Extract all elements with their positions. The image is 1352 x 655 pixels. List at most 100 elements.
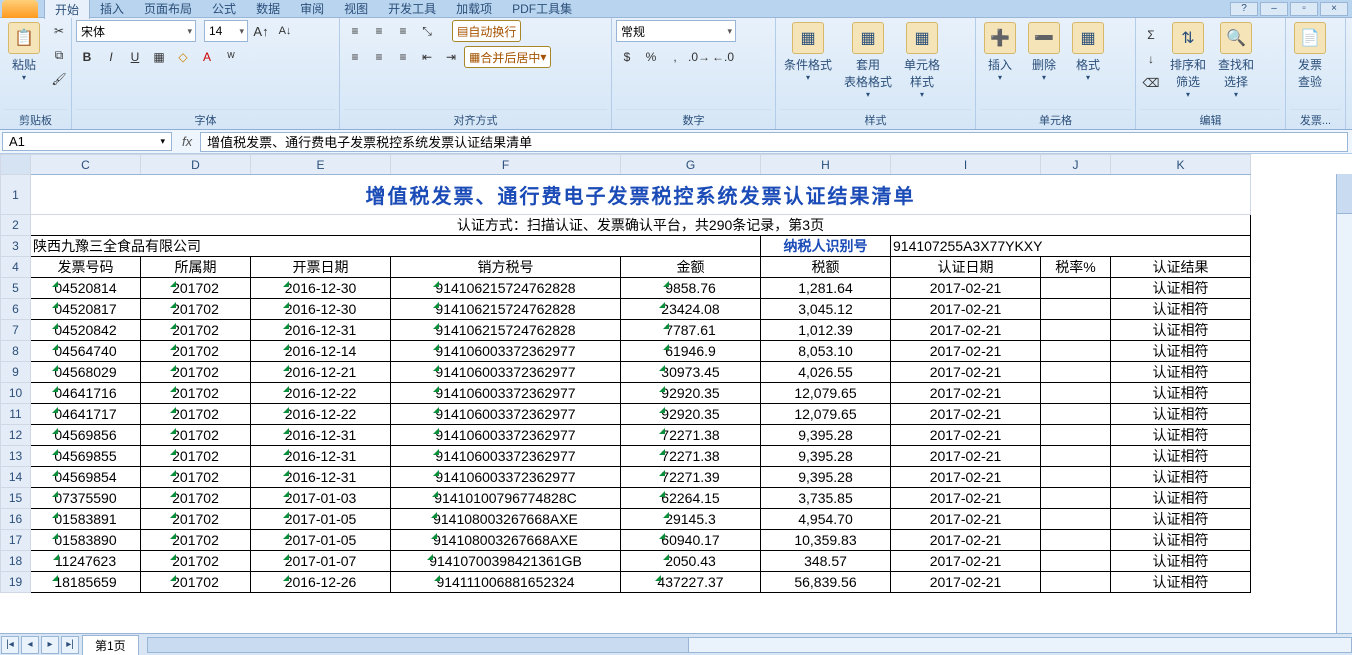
table-cell[interactable]: 72271.38	[621, 425, 761, 446]
table-cell[interactable]: 2016-12-22	[251, 383, 391, 404]
table-cell[interactable]: 914106003372362977	[391, 467, 621, 488]
table-cell[interactable]: 认证相符	[1111, 320, 1251, 341]
row-header[interactable]: 1	[1, 175, 31, 215]
font-size-select[interactable]: 14	[204, 20, 248, 42]
table-cell[interactable]: 认证相符	[1111, 404, 1251, 425]
bold-button[interactable]: B	[76, 46, 98, 68]
table-cell[interactable]: 914106215724762828	[391, 320, 621, 341]
delete-cells-button[interactable]: ➖删除▾	[1024, 20, 1064, 84]
office-button[interactable]	[2, 0, 38, 18]
formula-input[interactable]: 增值税发票、通行费电子发票税控系统发票认证结果清单	[200, 132, 1348, 152]
table-format-button[interactable]: ▦套用 表格格式▾	[840, 20, 896, 101]
format-cells-button[interactable]: ▦格式▾	[1068, 20, 1108, 84]
select-all-corner[interactable]	[1, 155, 31, 175]
table-cell[interactable]: 2016-12-30	[251, 299, 391, 320]
table-cell[interactable]: 2017-02-21	[891, 572, 1041, 593]
table-cell[interactable]: 92920.35	[621, 404, 761, 425]
accounting-format-icon[interactable]: $	[616, 46, 638, 68]
sheet-tab[interactable]: 第1页	[82, 635, 139, 655]
table-cell[interactable]: 91410700398421361GB	[391, 551, 621, 572]
table-cell[interactable]: 07375590	[31, 488, 141, 509]
row-header[interactable]: 16	[1, 509, 31, 530]
tab-数据[interactable]: 数据	[246, 0, 290, 19]
row-header[interactable]: 10	[1, 383, 31, 404]
table-cell[interactable]: 2017-02-21	[891, 467, 1041, 488]
close-icon[interactable]: ×	[1320, 2, 1348, 16]
table-cell[interactable]: 2017-02-21	[891, 551, 1041, 572]
table-cell[interactable]: 04564740	[31, 341, 141, 362]
table-cell[interactable]: 92920.35	[621, 383, 761, 404]
col-header-H[interactable]: H	[761, 155, 891, 175]
orientation-icon[interactable]: ⤡	[416, 20, 438, 42]
table-cell[interactable]: 72271.38	[621, 446, 761, 467]
table-cell[interactable]: 201702	[141, 362, 251, 383]
table-cell[interactable]	[1041, 299, 1111, 320]
minimize-icon[interactable]: –	[1260, 2, 1288, 16]
row-header[interactable]: 17	[1, 530, 31, 551]
table-cell[interactable]: 914106003372362977	[391, 383, 621, 404]
table-cell[interactable]: 201702	[141, 488, 251, 509]
table-cell[interactable]: 04569855	[31, 446, 141, 467]
format-painter-icon[interactable]: 🖌	[48, 68, 70, 90]
table-cell[interactable]: 201702	[141, 467, 251, 488]
table-cell[interactable]: 2017-02-21	[891, 425, 1041, 446]
percent-format-icon[interactable]: %	[640, 46, 662, 68]
table-cell[interactable]	[1041, 488, 1111, 509]
col-header-E[interactable]: E	[251, 155, 391, 175]
table-cell[interactable]	[1041, 446, 1111, 467]
table-cell[interactable]: 01583890	[31, 530, 141, 551]
table-cell[interactable]: 认证相符	[1111, 467, 1251, 488]
table-cell[interactable]: 04569854	[31, 467, 141, 488]
table-cell[interactable]: 2017-02-21	[891, 488, 1041, 509]
table-cell[interactable]: 201702	[141, 509, 251, 530]
table-cell[interactable]	[1041, 551, 1111, 572]
tab-页面布局[interactable]: 页面布局	[134, 0, 202, 19]
restore-icon[interactable]: ▫	[1290, 2, 1318, 16]
vertical-scrollbar[interactable]	[1336, 174, 1352, 633]
table-cell[interactable]: 18185659	[31, 572, 141, 593]
table-cell[interactable]: 2017-01-03	[251, 488, 391, 509]
table-cell[interactable]	[1041, 509, 1111, 530]
align-top-icon[interactable]: ≡	[344, 20, 366, 42]
table-cell[interactable]: 2016-12-14	[251, 341, 391, 362]
increase-decimal-icon[interactable]: .0→	[688, 46, 710, 68]
table-cell[interactable]: 2017-02-21	[891, 404, 1041, 425]
table-cell[interactable]: 8,053.10	[761, 341, 891, 362]
table-cell[interactable]: 4,026.55	[761, 362, 891, 383]
table-cell[interactable]: 201702	[141, 383, 251, 404]
row-header[interactable]: 6	[1, 299, 31, 320]
decrease-indent-icon[interactable]: ⇤	[416, 46, 438, 68]
table-cell[interactable]: 04569856	[31, 425, 141, 446]
table-cell[interactable]: 11247623	[31, 551, 141, 572]
table-cell[interactable]: 72271.39	[621, 467, 761, 488]
table-cell[interactable]	[1041, 341, 1111, 362]
table-cell[interactable]: 3,045.12	[761, 299, 891, 320]
row-header[interactable]: 3	[1, 236, 31, 257]
table-cell[interactable]	[1041, 362, 1111, 383]
table-cell[interactable]: 2017-02-21	[891, 341, 1041, 362]
copy-icon[interactable]: ⧉	[48, 44, 70, 66]
table-cell[interactable]: 201702	[141, 530, 251, 551]
align-right-icon[interactable]: ≡	[392, 46, 414, 68]
row-header[interactable]: 5	[1, 278, 31, 299]
table-cell[interactable]: 201702	[141, 446, 251, 467]
table-cell[interactable]: 9,395.28	[761, 446, 891, 467]
table-cell[interactable]: 认证相符	[1111, 551, 1251, 572]
table-cell[interactable]: 04520817	[31, 299, 141, 320]
table-cell[interactable]: 04520842	[31, 320, 141, 341]
table-cell[interactable]: 认证相符	[1111, 299, 1251, 320]
table-cell[interactable]: 认证相符	[1111, 572, 1251, 593]
table-cell[interactable]: 914106003372362977	[391, 341, 621, 362]
row-header[interactable]: 7	[1, 320, 31, 341]
table-cell[interactable]	[1041, 467, 1111, 488]
table-cell[interactable]: 914106215724762828	[391, 299, 621, 320]
table-cell[interactable]: 29145.3	[621, 509, 761, 530]
table-cell[interactable]: 2016-12-31	[251, 425, 391, 446]
table-cell[interactable]: 9,395.28	[761, 425, 891, 446]
table-cell[interactable]	[1041, 404, 1111, 425]
table-cell[interactable]: 914108003267668AXE	[391, 509, 621, 530]
table-cell[interactable]: 2017-02-21	[891, 530, 1041, 551]
decrease-decimal-icon[interactable]: ←.0	[712, 46, 734, 68]
row-header[interactable]: 14	[1, 467, 31, 488]
table-cell[interactable]	[1041, 425, 1111, 446]
